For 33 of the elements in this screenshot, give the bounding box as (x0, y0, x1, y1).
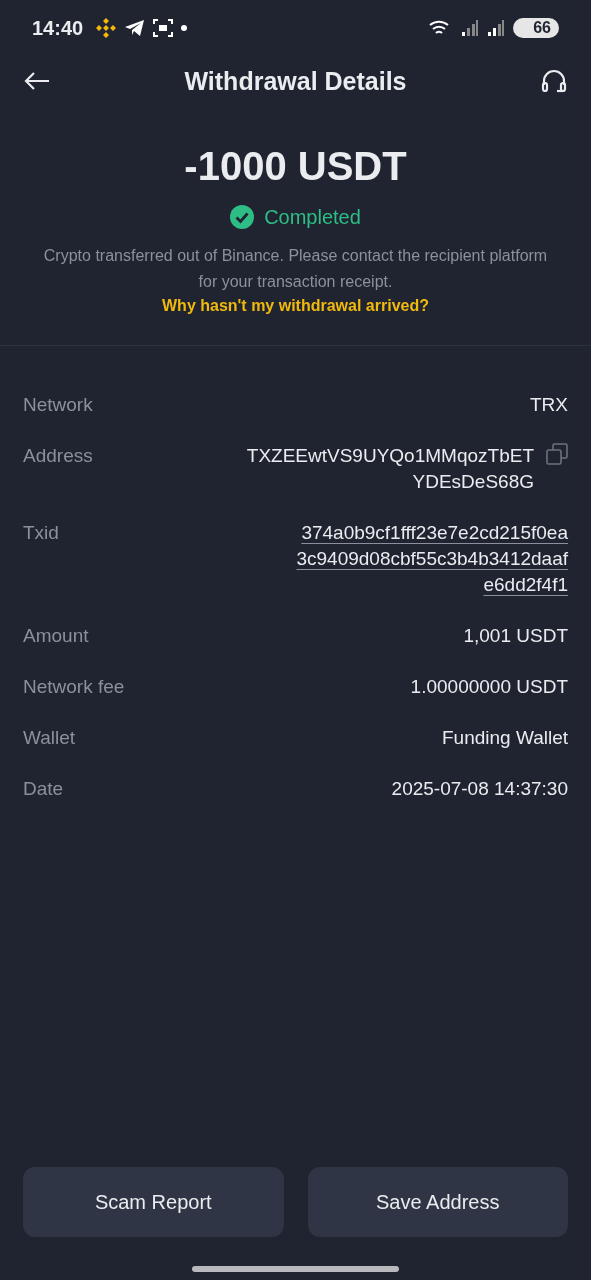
action-button[interactable]: Save Address (307, 1167, 568, 1237)
detail-label: Wallet (23, 726, 76, 750)
detail-value: TXZEEwtVS9UYQo1MMqozTbET YDEsDeS68G (246, 444, 534, 494)
detail-value: Funding Wallet (441, 726, 568, 750)
signal-icon (461, 19, 480, 37)
detail-label: Network (23, 393, 93, 417)
detail-label: Amount (23, 624, 89, 648)
detail-value: 1.00000000 USDT (410, 675, 568, 699)
signal-icon (487, 19, 506, 37)
detail-label: Network fee (23, 675, 125, 699)
status-time: 14:40 (32, 16, 84, 40)
screenshot-icon (153, 19, 174, 37)
headset-icon[interactable] (541, 69, 567, 93)
diamond-logo-icon (95, 17, 118, 39)
check-circle-icon (230, 205, 255, 229)
detail-label: Date (23, 777, 64, 801)
detail-value: 2025-07-08 14:37:30 (391, 777, 568, 801)
info-text: Crypto transferred out of Binance. Please contact the recipient platform for your transaction receipt. (42, 246, 549, 292)
txid-link[interactable]: 374a0b9cf1fff23e7e2cd215f0ea 3c9409d08cbf55c3b4b3412daaf e6dd2f4f1 (296, 520, 568, 598)
page-title: Withdrawal Details (183, 66, 408, 96)
detail-value: TRX (530, 393, 568, 417)
withdrawal-amount: -1000 USDT (184, 144, 407, 189)
status-label: Completed (264, 205, 361, 229)
dot-icon (181, 25, 188, 31)
help-link[interactable]: Why hasn't my withdrawal arrived? (162, 297, 429, 315)
copy-icon[interactable] (546, 443, 568, 465)
detail-label: Address (23, 444, 93, 468)
battery-indicator: 66 (513, 18, 559, 38)
paper-plane-icon (125, 19, 146, 37)
action-button[interactable]: Scam Report (23, 1167, 284, 1237)
back-arrow-icon[interactable] (24, 71, 50, 91)
detail-value: 1,001 USDT (463, 624, 568, 648)
detail-label: Txid (23, 521, 59, 545)
